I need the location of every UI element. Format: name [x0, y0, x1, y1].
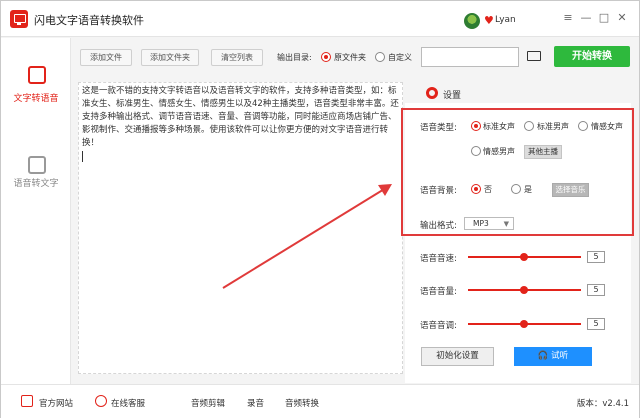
website-icon: [21, 395, 33, 407]
speed-value[interactable]: 5: [587, 251, 605, 263]
volume-slider-handle[interactable]: [520, 286, 528, 294]
record-link[interactable]: 录音: [247, 397, 264, 409]
custom-folder-label: 自定义: [388, 53, 412, 62]
pitch-value[interactable]: 5: [587, 318, 605, 330]
settings-header: 设置: [421, 85, 631, 103]
volume-value[interactable]: 5: [587, 284, 605, 296]
start-convert-button[interactable]: 开始转换: [554, 46, 630, 67]
output-path-input[interactable]: [421, 47, 519, 67]
menu-icon[interactable]: ≡: [561, 11, 575, 25]
settings-title: 设置: [443, 91, 462, 101]
add-folder-button[interactable]: 添加文件夹: [141, 49, 199, 66]
sidebar-item-text-to-speech[interactable]: 文字转语音: [1, 56, 71, 116]
highlight-box: [401, 108, 634, 236]
folder-icon[interactable]: [527, 51, 541, 61]
custom-folder-radio[interactable]: [375, 52, 385, 62]
speech-to-text-icon: [28, 156, 46, 174]
listen-button[interactable]: 🎧 试听: [514, 347, 592, 366]
source-folder-radio[interactable]: [321, 52, 331, 62]
init-settings-button[interactable]: 初始化设置: [421, 347, 494, 366]
close-icon[interactable]: ✕: [615, 11, 629, 25]
audio-convert-link[interactable]: 音频转换: [285, 397, 319, 409]
clear-list-button[interactable]: 清空列表: [211, 49, 263, 66]
pitch-slider-handle[interactable]: [520, 320, 528, 328]
listen-label: 试听: [551, 351, 569, 361]
title-bar: 闪电文字语音转换软件 ♥ Lyan ≡ — □ ✕: [1, 1, 639, 37]
maximize-icon[interactable]: □: [597, 11, 611, 25]
sidebar-item-label: 文字转语音: [13, 94, 59, 104]
add-file-button[interactable]: 添加文件: [80, 49, 132, 66]
pitch-label: 语音音调:: [420, 321, 457, 331]
speed-label: 语音音速:: [420, 254, 457, 264]
text-to-speech-icon: [28, 66, 46, 84]
support-link[interactable]: 在线客服: [111, 397, 145, 409]
sidebar-item-speech-to-text[interactable]: 语音转文字: [1, 146, 71, 206]
gear-icon: [426, 87, 438, 99]
app-title: 闪电文字语音转换软件: [34, 14, 144, 27]
username[interactable]: Lyan: [495, 15, 516, 25]
sidebar: 文字转语音 语音转文字: [1, 38, 71, 384]
avatar[interactable]: [464, 13, 480, 29]
output-dir-label: 输出目录:: [277, 53, 312, 62]
audio-cut-link[interactable]: 音频剪辑: [191, 397, 225, 409]
vip-heart-icon: ♥: [484, 14, 494, 27]
app-window: 闪电文字语音转换软件 ♥ Lyan ≡ — □ ✕ 文字转语音 语音转文字 添加…: [0, 0, 640, 418]
status-bar: 官方网站 在线客服 音频剪辑 录音 音频转换 版本：v2.4.1: [1, 384, 639, 418]
volume-label: 语音音量:: [420, 287, 457, 297]
support-icon: [95, 395, 107, 407]
source-folder-label: 原文件夹: [334, 53, 366, 62]
website-link[interactable]: 官方网站: [39, 397, 73, 409]
version-label: 版本：v2.4.1: [576, 399, 629, 409]
editor-text: 这是一款不错的支持文字转语音以及语音转文字的软件，支持多种语音类型，如：标准女生…: [82, 86, 399, 148]
speed-slider-handle[interactable]: [520, 253, 528, 261]
minimize-icon[interactable]: —: [579, 11, 593, 25]
text-editor[interactable]: 这是一款不错的支持文字转语音以及语音转文字的软件，支持多种语音类型，如：标准女生…: [78, 82, 403, 374]
app-logo-icon: [10, 10, 28, 28]
sidebar-item-label: 语音转文字: [13, 179, 59, 189]
text-caret: [82, 151, 83, 162]
